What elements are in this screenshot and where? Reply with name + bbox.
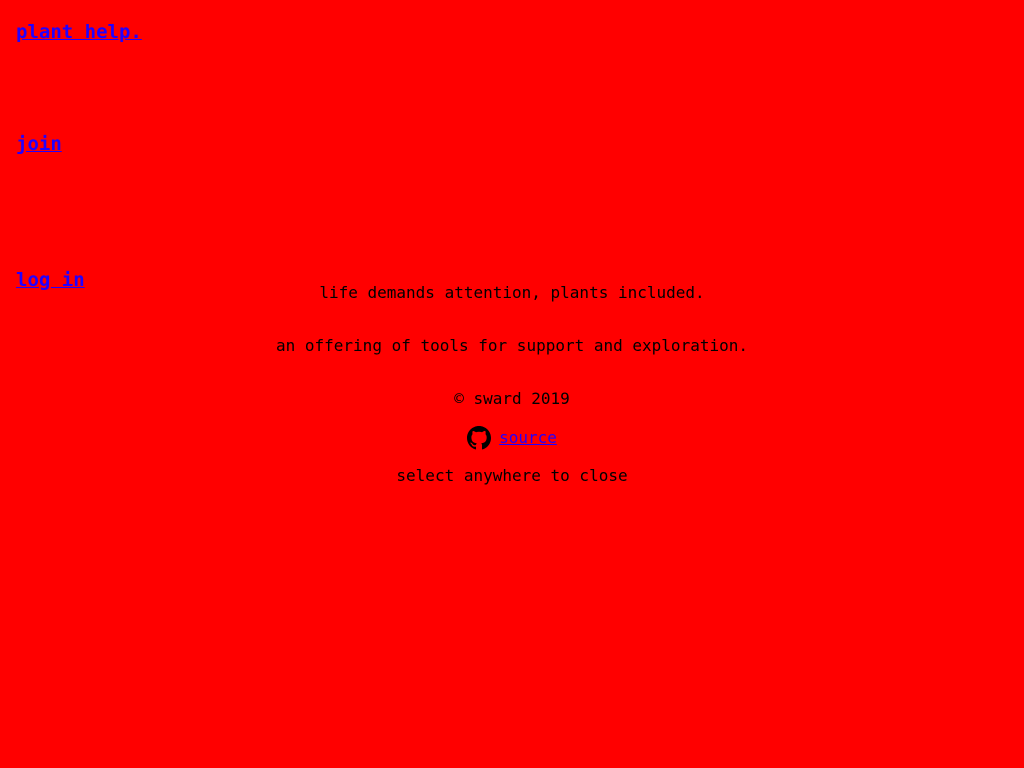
- tagline: life demands attention, plants included.: [319, 283, 705, 302]
- github-icon: [467, 426, 492, 450]
- close-hint: select anywhere to close: [396, 466, 628, 485]
- copyright-text: © sward 2019: [454, 389, 570, 408]
- offering-text: an offering of tools for support and exp…: [275, 336, 748, 355]
- about-overlay[interactable]: life demands attention, plants included.…: [0, 0, 1024, 768]
- source-row: source: [0, 426, 1024, 450]
- source-link[interactable]: source: [499, 428, 557, 448]
